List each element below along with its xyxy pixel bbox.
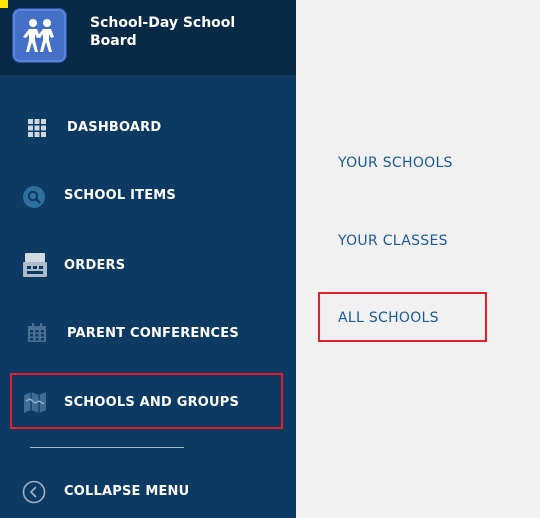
grid-icon xyxy=(28,119,48,139)
submenu-item-your-classes[interactable]: YOUR CLASSES xyxy=(338,233,448,249)
org-name: School-Day School Board xyxy=(90,15,236,49)
submenu-panel xyxy=(296,0,540,518)
highlight-box xyxy=(10,373,283,429)
sidebar-item-label: ORDERS xyxy=(64,258,126,273)
submenu-item-your-schools[interactable]: YOUR SCHOOLS xyxy=(338,155,453,171)
sidebar-item-label: SCHOOL ITEMS xyxy=(64,188,176,203)
sidebar-item-label: DASHBOARD xyxy=(67,120,162,135)
collapse-menu-button[interactable]: COLLAPSE MENU xyxy=(0,472,296,512)
sidebar-item-school-items[interactable]: SCHOOL ITEMS xyxy=(0,176,296,216)
sidebar: School-Day School Board DASHBOARD SCHOOL… xyxy=(0,0,296,518)
sidebar-item-label: PARENT CONFERENCES xyxy=(67,326,239,341)
children-walking-icon[interactable] xyxy=(12,8,67,63)
magnifier-icon xyxy=(22,185,45,208)
sidebar-item-label: COLLAPSE MENU xyxy=(64,484,190,499)
top-marker xyxy=(0,0,8,8)
chevron-left-circle-icon xyxy=(22,480,46,504)
highlight-box xyxy=(318,292,487,342)
sidebar-item-orders[interactable]: ORDERS xyxy=(0,246,296,286)
cash-register-icon xyxy=(22,252,47,277)
sidebar-header: School-Day School Board xyxy=(0,0,296,75)
sidebar-item-parent-conferences[interactable]: PARENT CONFERENCES xyxy=(0,314,296,354)
calendar-icon xyxy=(27,323,47,343)
divider xyxy=(30,447,184,448)
sidebar-item-dashboard[interactable]: DASHBOARD xyxy=(0,108,296,148)
